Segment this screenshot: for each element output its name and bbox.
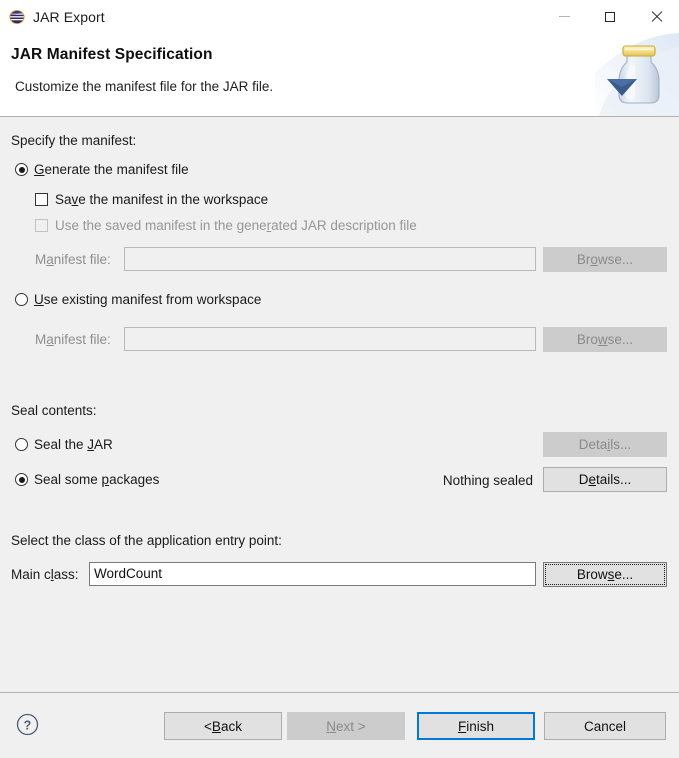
close-button[interactable] (633, 0, 679, 33)
page-description: Customize the manifest file for the JAR … (15, 79, 273, 94)
checkbox-indicator (35, 193, 48, 206)
next-button: Next > (287, 712, 405, 740)
cancel-button[interactable]: Cancel (544, 712, 666, 740)
radio-indicator (15, 438, 28, 451)
main-class-label: Main class: (11, 567, 79, 582)
existing-manifest-file-input (124, 327, 536, 351)
window-controls (541, 0, 679, 33)
maximize-button[interactable] (587, 0, 633, 33)
generate-manifest-file-label: Manifest file: (35, 252, 111, 267)
seal-jar-label: Seal the JAR (34, 437, 113, 452)
minimize-icon (559, 16, 570, 17)
main-class-input[interactable]: WordCount (89, 562, 536, 586)
radio-indicator (15, 293, 28, 306)
page-title: JAR Manifest Specification (11, 46, 213, 64)
seal-jar-radio[interactable]: Seal the JAR (15, 437, 113, 452)
window-title: JAR Export (33, 9, 105, 25)
close-icon (650, 10, 663, 23)
back-button[interactable]: < Back (164, 712, 282, 740)
maximize-icon (605, 12, 615, 22)
existing-manifest-file-label: Manifest file: (35, 332, 111, 347)
seal-group-label: Seal contents: (11, 403, 97, 418)
wizard-content: Specify the manifest: Generate the manif… (0, 117, 679, 692)
seal-packages-radio[interactable]: Seal some packages (15, 472, 159, 487)
checkbox-indicator (35, 219, 48, 232)
seal-packages-details-button[interactable]: Details... (543, 467, 667, 492)
seal-status-label: Nothing sealed (380, 473, 533, 488)
use-saved-manifest-label: Use the saved manifest in the generated … (55, 218, 417, 233)
seal-packages-label: Seal some packages (34, 472, 159, 487)
generate-manifest-file-input (124, 247, 536, 271)
finish-button[interactable]: Finish (417, 712, 535, 740)
wizard-footer: ? < Back Next > Finish Cancel (0, 692, 679, 758)
jar-bottle-icon (595, 33, 679, 116)
title-bar: JAR Export (0, 0, 679, 33)
generate-manifest-browse-button: Browse... (543, 247, 667, 272)
main-class-browse-button[interactable]: Browse... (543, 562, 667, 587)
use-saved-manifest-checkbox: Use the saved manifest in the generated … (35, 218, 417, 233)
seal-jar-details-button: Details... (543, 432, 667, 457)
entry-point-group-label: Select the class of the application entr… (11, 533, 282, 548)
generate-manifest-radio[interactable]: Generate the manifest file (15, 162, 189, 177)
generate-manifest-label: Generate the manifest file (34, 162, 189, 177)
manifest-group-label: Specify the manifest: (11, 133, 136, 148)
save-manifest-checkbox[interactable]: Save the manifest in the workspace (35, 192, 268, 207)
existing-manifest-browse-button: Browse... (543, 327, 667, 352)
save-manifest-label: Save the manifest in the workspace (55, 192, 268, 207)
help-icon[interactable]: ? (16, 713, 39, 736)
use-existing-manifest-radio[interactable]: Use existing manifest from workspace (15, 292, 261, 307)
minimize-button[interactable] (541, 0, 587, 33)
jar-export-icon (9, 9, 25, 25)
radio-indicator (15, 473, 28, 486)
radio-indicator (15, 163, 28, 176)
wizard-header: JAR Manifest Specification Customize the… (0, 33, 679, 116)
svg-text:?: ? (24, 719, 32, 733)
use-existing-manifest-label: Use existing manifest from workspace (34, 292, 261, 307)
